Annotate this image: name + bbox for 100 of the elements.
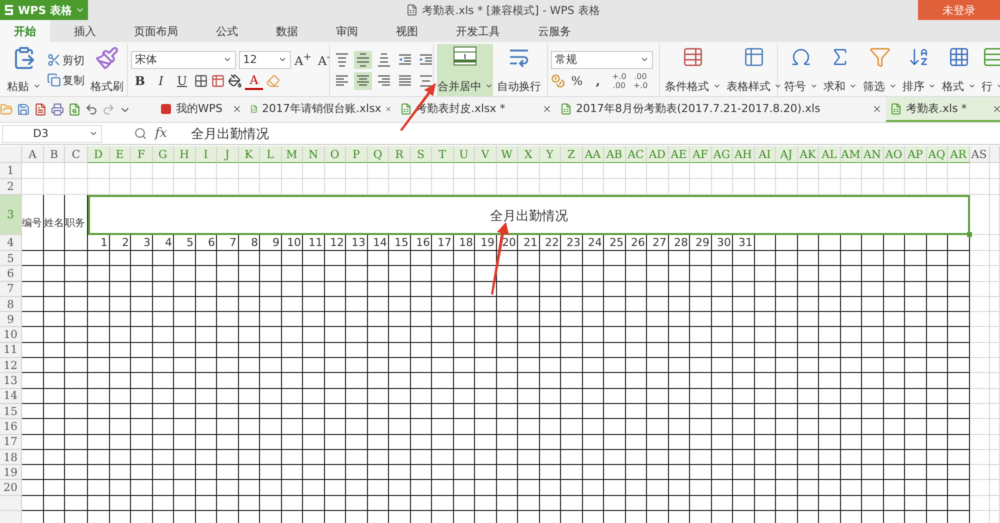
column-header[interactable]: AO: [884, 146, 905, 163]
column-header[interactable]: A: [22, 146, 44, 163]
column-header[interactable]: Y: [540, 146, 561, 163]
column-header[interactable]: W: [496, 146, 518, 163]
undo-icon[interactable]: [85, 103, 98, 116]
row-header[interactable]: 5: [0, 251, 22, 266]
ribbon-tab[interactable]: 开始: [0, 20, 50, 42]
column-header[interactable]: AG: [712, 146, 733, 163]
row-header[interactable]: 17: [0, 434, 22, 450]
row-header[interactable]: 12: [0, 358, 22, 374]
column-header[interactable]: V: [475, 146, 496, 163]
column-header[interactable]: AC: [626, 146, 647, 163]
document-icon[interactable]: [34, 103, 47, 116]
column-header[interactable]: AN: [862, 146, 884, 163]
row-header[interactable]: 15: [0, 404, 22, 420]
column-header[interactable]: G: [152, 146, 174, 163]
function-label[interactable]: fx: [155, 126, 168, 141]
app-menu-button[interactable]: WPS 表格: [0, 0, 88, 20]
alignment-button[interactable]: [375, 50, 393, 68]
close-icon[interactable]: [542, 104, 552, 114]
column-header[interactable]: X: [518, 146, 540, 163]
column-header[interactable]: B: [44, 146, 65, 163]
ribbon-tab[interactable]: 数据: [262, 20, 312, 42]
column-header[interactable]: C: [65, 146, 88, 163]
ribbon-tab[interactable]: 开发工具: [442, 20, 514, 42]
font-name-select[interactable]: 宋体: [131, 50, 236, 68]
close-icon[interactable]: [232, 104, 242, 114]
coins-icon[interactable]: [551, 74, 565, 88]
row-header[interactable]: 2: [0, 179, 22, 195]
row-header[interactable]: 9: [0, 312, 22, 328]
column-header[interactable]: AS: [970, 146, 990, 163]
column-header[interactable]: AQ: [926, 146, 948, 163]
column-header[interactable]: T: [432, 146, 454, 163]
format-painter-button[interactable]: 格式刷: [88, 44, 126, 96]
column-header[interactable]: O: [324, 146, 346, 163]
table-icon[interactable]: [211, 74, 225, 88]
column-header[interactable]: I: [196, 146, 217, 163]
row-header[interactable]: 20: [0, 480, 22, 496]
decimal-button[interactable]: .00 +.0: [631, 72, 650, 90]
column-header[interactable]: AK: [798, 146, 819, 163]
document-tab[interactable]: 考勤表.xls *: [886, 97, 1000, 122]
column-header[interactable]: AD: [647, 146, 668, 163]
column-header[interactable]: R: [389, 146, 410, 163]
name-box[interactable]: D3: [2, 124, 102, 142]
column-header[interactable]: Q: [368, 146, 389, 163]
column-header[interactable]: J: [217, 146, 238, 163]
close-icon[interactable]: [992, 104, 1000, 114]
merge-center-button[interactable]: 合并居中: [437, 44, 493, 96]
column-header[interactable]: AR: [948, 146, 970, 163]
alignment-button[interactable]: [333, 50, 351, 68]
document-tab[interactable]: 2017年8月份考勤表(2017.7.21-2017.8.20).xls: [556, 97, 886, 122]
column-header[interactable]: AE: [668, 146, 690, 163]
row-header[interactable]: 1: [0, 163, 22, 179]
cut-button[interactable]: 剪切: [44, 52, 86, 68]
decimal-button[interactable]: +.0 .00: [610, 72, 628, 90]
ribbon-tab[interactable]: 插入: [60, 20, 110, 42]
column-header[interactable]: N: [303, 146, 324, 163]
column-header[interactable]: AP: [905, 146, 926, 163]
close-icon[interactable]: [872, 104, 882, 114]
row-header[interactable]: 19: [0, 465, 22, 480]
row-header[interactable]: 6: [0, 266, 22, 282]
column-header[interactable]: M: [282, 146, 303, 163]
ribbon-button[interactable]: 条件格式: [663, 44, 722, 96]
column-header[interactable]: AM: [840, 146, 862, 163]
ribbon-button[interactable]: 符号: [782, 44, 820, 96]
printer-icon[interactable]: [51, 103, 64, 116]
ribbon-button[interactable]: 筛选: [861, 44, 898, 96]
column-header[interactable]: H: [174, 146, 196, 163]
ribbon-button[interactable]: 行: [980, 44, 1000, 96]
column-header[interactable]: K: [238, 146, 260, 163]
row-header[interactable]: 18: [0, 450, 22, 466]
column-header[interactable]: E: [110, 146, 131, 163]
column-header[interactable]: F: [131, 146, 152, 163]
column-header[interactable]: L: [260, 146, 282, 163]
document-tab[interactable]: 我的WPS: [156, 97, 246, 122]
shrink-font-button[interactable]: A$^{-}$: [315, 50, 333, 68]
row-header[interactable]: 14: [0, 388, 22, 404]
ribbon-tab[interactable]: 页面布局: [120, 20, 192, 42]
ribbon-button[interactable]: 格式: [940, 44, 978, 96]
alignment-button[interactable]: [354, 72, 372, 90]
percent-button[interactable]: %: [568, 72, 586, 90]
ribbon-tab[interactable]: 云服务: [524, 20, 585, 42]
row-header[interactable]: 11: [0, 342, 22, 358]
grow-font-button[interactable]: A$^{+}$: [294, 50, 312, 68]
row-header[interactable]: 13: [0, 373, 22, 389]
ribbon-button[interactable]: 求和: [822, 44, 859, 96]
row-header[interactable]: 4: [0, 235, 22, 251]
border-icon[interactable]: [194, 74, 208, 88]
bold-button[interactable]: B: [131, 72, 149, 90]
paste-button[interactable]: 粘贴: [5, 44, 42, 96]
number-format-select[interactable]: 常规: [551, 50, 653, 68]
underline-button[interactable]: U: [173, 72, 191, 90]
column-header[interactable]: D: [88, 146, 110, 163]
column-header[interactable]: AI: [754, 146, 776, 163]
column-header[interactable]: S: [410, 146, 432, 163]
column-header[interactable]: AL: [819, 146, 840, 163]
wrap-text-button[interactable]: 自动换行: [495, 44, 543, 96]
document-tab[interactable]: 2017年请销假台账.xlsx: [246, 97, 396, 122]
font-size-select[interactable]: 12: [239, 50, 291, 68]
ribbon-tab[interactable]: 公式: [202, 20, 252, 42]
